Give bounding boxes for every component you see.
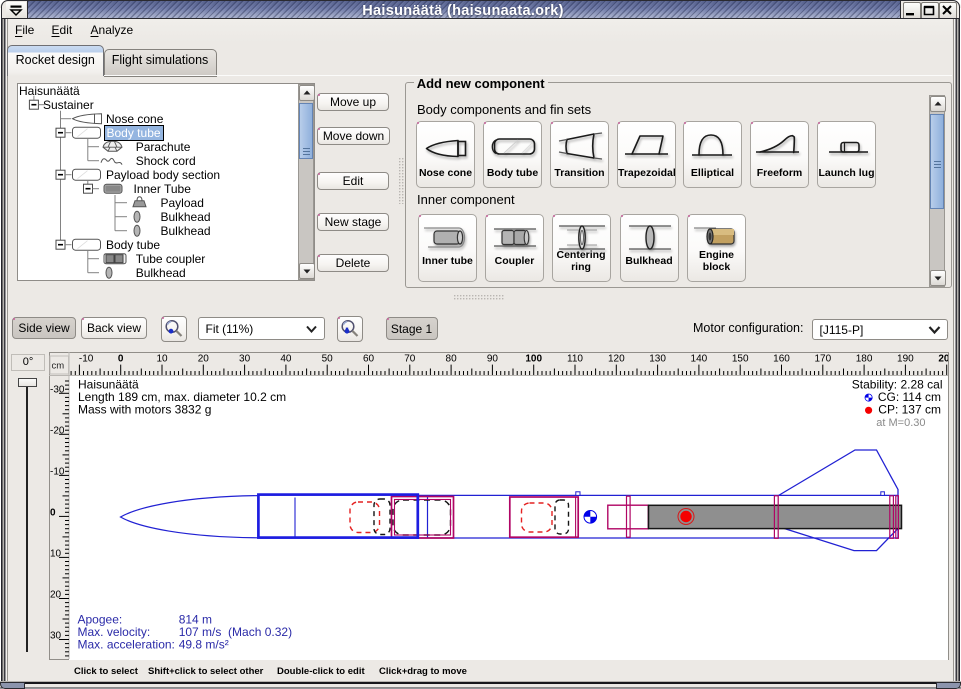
svg-text:at M=0.30: at M=0.30	[876, 417, 925, 429]
svg-text:150: 150	[732, 354, 749, 365]
svg-text:160: 160	[773, 354, 790, 365]
svg-text:cm: cm	[52, 361, 65, 372]
svg-text:180: 180	[856, 354, 873, 365]
svg-text:80: 80	[446, 354, 458, 365]
svg-text:120: 120	[608, 354, 625, 365]
svg-text:70: 70	[404, 354, 416, 365]
svg-text:-10: -10	[50, 466, 65, 477]
svg-text:20: 20	[198, 354, 210, 365]
svg-text:20: 20	[50, 590, 62, 601]
svg-text:Max. acceleration:: Max. acceleration:	[78, 638, 175, 652]
svg-text:110: 110	[567, 354, 583, 365]
svg-text:-20: -20	[50, 425, 65, 436]
svg-text:CP: 137 cm: CP: 137 cm	[878, 403, 941, 417]
svg-text:10: 10	[50, 548, 62, 559]
svg-text:50: 50	[322, 354, 334, 365]
svg-text:0: 0	[50, 507, 56, 518]
svg-text:60: 60	[363, 354, 375, 365]
svg-text:90: 90	[487, 354, 499, 365]
svg-text:190: 190	[897, 354, 914, 365]
svg-text:10: 10	[156, 354, 168, 365]
svg-text:0: 0	[118, 354, 124, 365]
svg-text:40: 40	[280, 354, 292, 365]
svg-text:Mass with motors 3832 g: Mass with motors 3832 g	[78, 403, 211, 417]
svg-text:100: 100	[525, 354, 542, 365]
svg-text:170: 170	[814, 354, 831, 365]
svg-text:140: 140	[691, 354, 708, 365]
svg-text:-10: -10	[79, 354, 94, 365]
svg-text:30: 30	[50, 631, 62, 642]
svg-text:-30: -30	[50, 384, 65, 395]
svg-text:130: 130	[649, 354, 666, 365]
svg-text:200: 200	[938, 354, 948, 365]
svg-text:49.8 m/s²: 49.8 m/s²	[179, 638, 229, 652]
svg-text:30: 30	[239, 354, 251, 365]
